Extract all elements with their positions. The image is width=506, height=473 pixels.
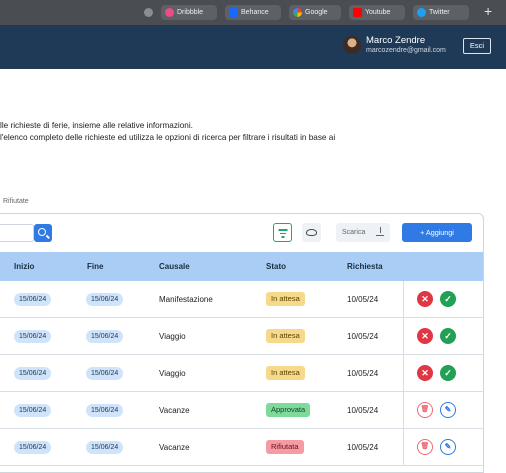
table-header: Inizio Fine Causale Stato Richiesta [0,252,483,281]
download-button[interactable]: Scarica [336,223,390,242]
bookmark-label: Google [305,9,328,16]
reject-button[interactable]: ✕ [417,365,433,381]
bookmark-twitter[interactable]: Twitter [413,5,469,20]
end-date: 15/06/24 [86,367,124,380]
tab-rejected[interactable]: Rifiutate [3,198,29,205]
behance-icon [229,8,238,17]
reject-button[interactable]: ✕ [417,291,433,307]
page-description-line-2: l'elenco completo delle richieste ed uti… [0,133,336,142]
table-row: 15/06/24 15/06/24 Viaggio In attesa 10/0… [0,355,483,392]
search-button[interactable] [34,224,52,242]
column-header-status[interactable]: Stato [266,252,286,281]
status-badge: In attesa [266,329,305,343]
edit-button[interactable]: ✎ [440,439,456,455]
request-date: 10/05/24 [347,332,379,341]
avatar[interactable] [343,36,361,54]
reason: Manifestazione [159,295,213,304]
search-input[interactable] [0,224,34,242]
table-row: 15/06/24 15/06/24 Vacanze Rifiutata 10/0… [0,429,483,466]
bookmark-behance[interactable]: Behance [225,5,281,20]
bookmark-label: Behance [241,9,269,16]
start-date: 15/06/24 [14,441,52,454]
table-row: 15/06/24 15/06/24 Manifestazione In atte… [0,281,483,318]
bookmark-label: Youtube [365,9,391,16]
reason: Viaggio [159,332,186,341]
approve-button[interactable]: ✓ [440,291,456,307]
bookmark-google[interactable]: Google [289,5,341,20]
start-date: 15/06/24 [14,404,52,417]
approve-button[interactable]: ✓ [440,365,456,381]
youtube-icon [353,8,362,17]
status-badge: Approvata [266,403,311,417]
reason: Viaggio [159,369,186,378]
add-button[interactable]: + Aggiungi [402,223,472,242]
bookmark-dribbble[interactable]: Dribbble [161,5,217,20]
user-email: marcozendre@gmail.com [366,47,446,54]
start-date: 15/06/24 [14,293,52,306]
delete-button[interactable]: 🗑 [417,439,433,455]
clear-filters-button[interactable] [302,223,321,242]
start-date: 15/06/24 [14,330,52,343]
logout-button[interactable]: Esci [463,38,491,54]
page-description-line-1: lle richieste di ferie, insieme alle rel… [0,121,193,130]
eraser-icon [306,229,317,236]
twitter-icon [417,8,426,17]
request-date: 10/05/24 [347,443,379,452]
bookmark-youtube[interactable]: Youtube [349,5,405,20]
search-icon [38,228,46,236]
column-header-start[interactable]: Inizio [14,252,34,281]
column-header-requested[interactable]: Richiesta [347,252,383,281]
status-badge: In attesa [266,366,305,380]
delete-button[interactable]: 🗑 [417,402,433,418]
bookmark-label: Twitter [429,9,450,16]
end-date: 15/06/24 [86,330,124,343]
approve-button[interactable]: ✓ [440,328,456,344]
extension-icon[interactable] [144,8,153,17]
reason: Vacanze [159,443,190,452]
end-date: 15/06/24 [86,404,124,417]
end-date: 15/06/24 [86,441,124,454]
download-icon [376,227,384,236]
edit-button[interactable]: ✎ [440,402,456,418]
app-header: Marco Zendre marcozendre@gmail.com Esci [0,25,506,69]
filter-icon [278,229,287,231]
dribbble-icon [165,8,174,17]
status-badge: Rifiutata [266,440,304,454]
start-date: 15/06/24 [14,367,52,380]
end-date: 15/06/24 [86,293,124,306]
reason: Vacanze [159,406,190,415]
request-date: 10/05/24 [347,295,379,304]
column-header-reason[interactable]: Causale [159,252,190,281]
add-bookmark-icon[interactable]: + [484,3,492,19]
request-date: 10/05/24 [347,369,379,378]
browser-bookmarks-bar: Dribbble Behance Google Youtube Twitter … [0,0,506,25]
bookmark-label: Dribbble [177,9,204,16]
google-icon [293,8,302,17]
table-row: 15/06/24 15/06/24 Viaggio In attesa 10/0… [0,318,483,355]
reject-button[interactable]: ✕ [417,328,433,344]
status-badge: In attesa [266,292,305,306]
filter-button[interactable] [273,223,292,242]
user-name: Marco Zendre [366,35,426,46]
download-label: Scarica [342,229,366,236]
request-date: 10/05/24 [347,406,379,415]
column-header-end[interactable]: Fine [87,252,103,281]
table-row: 15/06/24 15/06/24 Vacanze Approvata 10/0… [0,392,483,429]
